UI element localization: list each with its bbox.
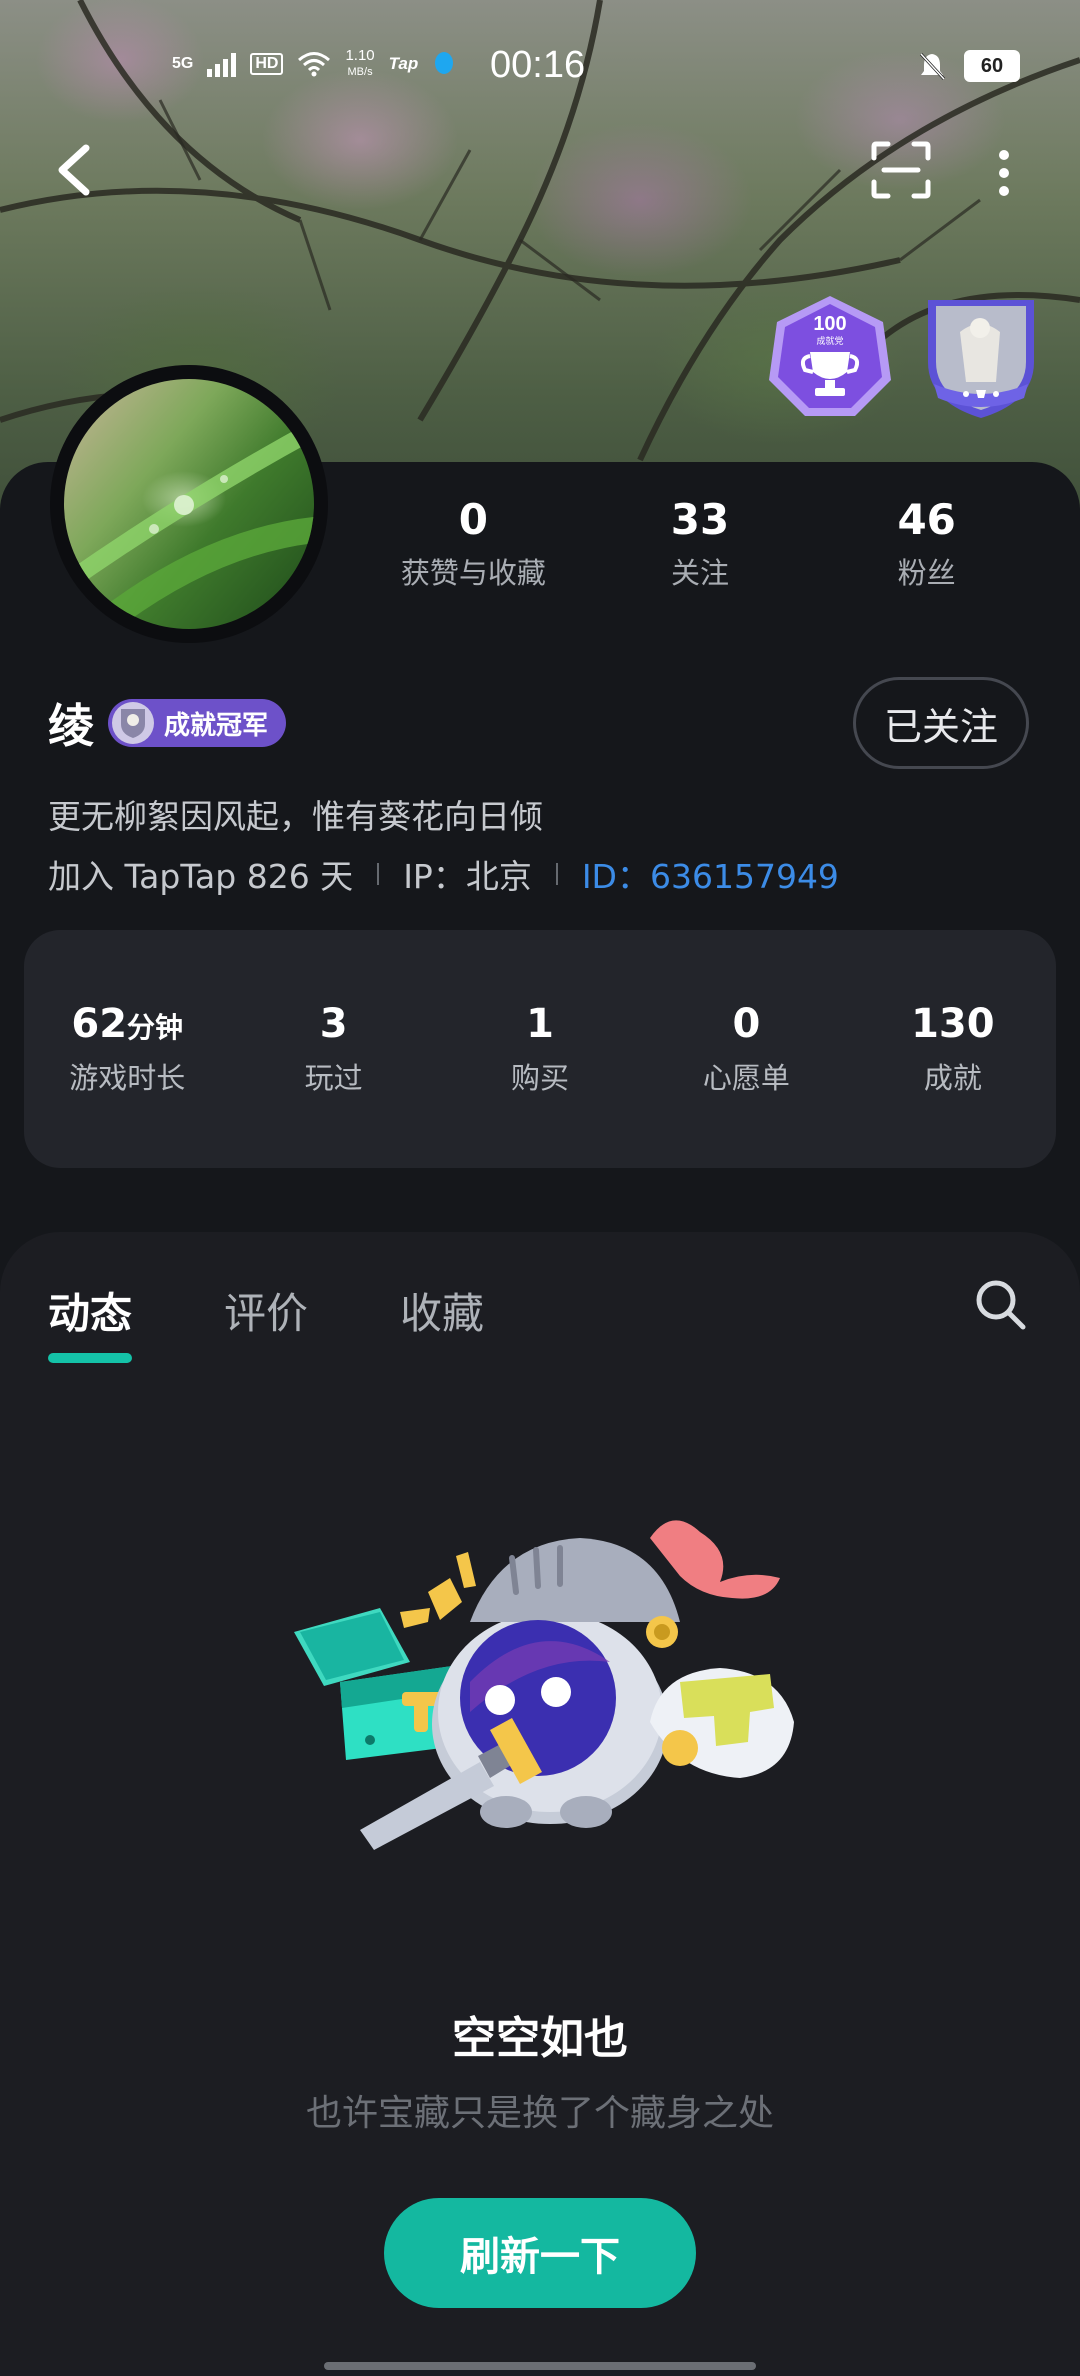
- tab-reviews[interactable]: 评价: [224, 1280, 308, 1341]
- home-indicator[interactable]: [324, 2362, 756, 2370]
- empty-title: 空空如也: [452, 2013, 628, 2064]
- refresh-button[interactable]: 刷新一下: [384, 2198, 696, 2308]
- empty-subtitle: 也许宝藏只是换了个藏身之处: [305, 2093, 774, 2134]
- qq-notification-icon: [435, 52, 454, 74]
- empty-knight-illustration: [294, 1520, 794, 1850]
- stat-label: 游戏时长: [69, 1061, 186, 1095]
- likes-collections-stat[interactable]: 0 获赞与收藏: [360, 490, 587, 592]
- divider: [377, 863, 380, 885]
- wifi-icon: [298, 52, 331, 77]
- tab-moments[interactable]: 动态: [48, 1280, 133, 1363]
- clock: 00:16: [490, 44, 586, 86]
- divider: [555, 863, 558, 885]
- user-meta: 加入 TapTap 826 天 IP：北京 ID：636157949: [48, 850, 839, 898]
- stat-value: 46: [897, 495, 956, 544]
- tab-collections[interactable]: 收藏: [400, 1280, 484, 1341]
- followed-button[interactable]: 已关注: [853, 677, 1029, 769]
- badge-count: 100: [813, 313, 846, 335]
- scan-icon[interactable]: [870, 140, 932, 200]
- avatar[interactable]: [64, 379, 314, 629]
- stat-value: 130: [911, 1001, 995, 1047]
- user-bio: 更无柳絮因风起，惟有葵花向日倾: [48, 797, 543, 836]
- ip-location: IP：北京: [403, 857, 532, 896]
- tag-avatar-icon: [112, 702, 154, 744]
- search-icon[interactable]: [972, 1276, 1028, 1332]
- playtime-stat[interactable]: 62分钟 游戏时长: [24, 1001, 230, 1097]
- stat-label: 玩过: [304, 1061, 363, 1095]
- stat-value: 33: [670, 495, 730, 544]
- stat-label: 心愿单: [702, 1061, 790, 1095]
- back-arrow-icon[interactable]: [50, 140, 100, 200]
- champion-shield-badge[interactable]: [920, 292, 1042, 422]
- join-days: 加入 TapTap 826 天: [48, 857, 354, 896]
- stat-value: 3: [319, 1001, 348, 1047]
- name-row: 绫 成就冠军: [48, 690, 287, 756]
- stat-value: 0: [732, 1001, 761, 1047]
- feed-tabs: 动态 评价 收藏: [48, 1280, 484, 1363]
- achievements-stat[interactable]: 130 成就: [850, 1001, 1056, 1097]
- stat-label: 粉丝: [897, 556, 956, 590]
- stat-label: 关注: [671, 556, 730, 590]
- tag-label: 成就冠军: [164, 710, 269, 741]
- followers-stat[interactable]: 46 粉丝: [813, 490, 1040, 592]
- battery-indicator: 60: [964, 50, 1020, 82]
- stat-unit: 分钟: [127, 1011, 184, 1044]
- stat-label: 获赞与收藏: [400, 556, 546, 590]
- stat-value: 1: [526, 1001, 554, 1047]
- taptap-notification-icon: Tap: [388, 54, 419, 73]
- stat-value: 62: [71, 1001, 128, 1047]
- status-bar: 5G HD 1.10 MB/s Tap 00:16 60: [0, 40, 1080, 100]
- stat-value: 0: [458, 495, 488, 544]
- game-stats-panel: 62分钟 游戏时长 3 玩过 1 购买 0 心愿单 130 成就: [24, 930, 1056, 1168]
- stat-label: 购买: [511, 1061, 570, 1095]
- more-options-icon[interactable]: [992, 145, 1016, 201]
- network-label: 5G: [172, 55, 194, 72]
- purchased-stat[interactable]: 1 购买: [437, 1001, 643, 1097]
- signal-icon: [207, 51, 237, 77]
- social-stats: 0 获赞与收藏 33 关注 46 粉丝: [360, 490, 1040, 592]
- badge-caption: 成就党: [816, 335, 843, 347]
- title-tag[interactable]: 成就冠军: [108, 699, 287, 747]
- net-speed: 1.10 MB/s: [345, 47, 375, 79]
- achievement-100-badge[interactable]: 100 成就党: [765, 292, 895, 422]
- hd-label: HD: [250, 53, 284, 75]
- user-name: 绫: [48, 699, 94, 753]
- wishlist-stat[interactable]: 0 心愿单: [643, 1001, 849, 1097]
- mute-bell-icon: [919, 52, 946, 81]
- feed-section: 动态 评价 收藏 空空如也 也许宝藏只是换了个藏身之处 刷新一下: [0, 1232, 1080, 2376]
- following-stat[interactable]: 33 关注: [587, 490, 814, 592]
- avatar-leaf-image: [64, 419, 314, 629]
- user-id[interactable]: ID：636157949: [582, 850, 839, 898]
- stat-label: 成就: [923, 1061, 982, 1095]
- played-stat[interactable]: 3 玩过: [230, 1001, 436, 1097]
